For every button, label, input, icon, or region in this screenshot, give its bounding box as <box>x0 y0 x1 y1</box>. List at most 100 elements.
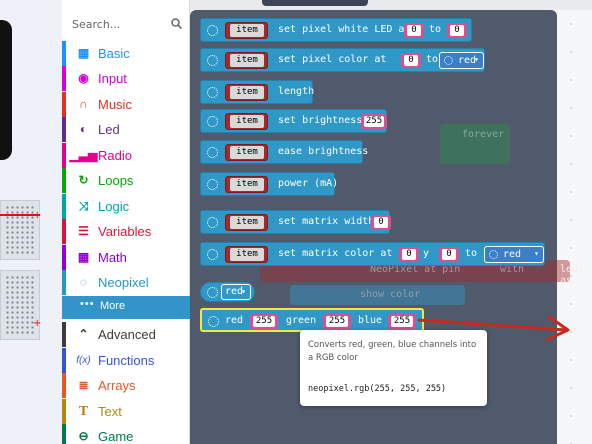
toggle-icon: ◐ <box>79 122 88 136</box>
set-brightness-block[interactable]: item set brightness 255 <box>200 109 387 133</box>
signal-bars-icon: ▁▃▅ <box>69 148 98 162</box>
number-input[interactable]: 0 <box>371 215 391 230</box>
number-input[interactable]: 0 <box>439 247 459 262</box>
target-icon: ◉ <box>78 71 89 85</box>
item-variable[interactable]: item <box>225 176 268 193</box>
number-input[interactable]: 255 <box>250 314 278 329</box>
editor-tab[interactable] <box>262 0 368 6</box>
set-pixel-white-block[interactable]: item set pixel white LED at 0 to 0 <box>200 18 472 42</box>
neopixel-gear-icon <box>207 249 218 260</box>
dropdown-arrow-icon: ▾ <box>534 249 539 258</box>
color-dropdown[interactable]: red ▾ <box>439 52 484 69</box>
number-input[interactable]: 0 <box>401 53 421 68</box>
refresh-icon: ↻ <box>78 173 89 187</box>
category-text[interactable]: T Text <box>62 399 190 424</box>
item-variable[interactable]: item <box>225 214 268 231</box>
set-matrix-width-block[interactable]: item set matrix width 0 <box>200 210 391 234</box>
block-label: ease brightness <box>278 146 369 157</box>
category-functions[interactable]: f(x) Functions <box>62 348 190 373</box>
search-icon[interactable] <box>171 18 182 29</box>
category-separator <box>62 316 190 319</box>
block-label: blue <box>358 315 383 326</box>
block-label: power (mA) <box>278 178 339 189</box>
category-math[interactable]: ▦ Math <box>62 245 190 270</box>
item-variable[interactable]: item <box>225 246 268 263</box>
workspace-canvas[interactable] <box>557 10 592 444</box>
breadboard-top <box>0 200 40 260</box>
category-label: Advanced <box>98 327 156 342</box>
dropdown-arrow-icon: ▾ <box>241 287 246 296</box>
neopixel-gear-icon <box>207 217 218 228</box>
category-basic[interactable]: ▦ Basic <box>62 41 190 66</box>
ease-brightness-block[interactable]: item ease brightness <box>200 140 368 164</box>
power-block[interactable]: item power (mA) <box>200 172 339 196</box>
list-icon: ☰ <box>78 224 89 238</box>
block-label: y <box>423 248 430 259</box>
category-led[interactable]: ◐ Led <box>62 117 190 142</box>
tooltip-description: Converts red, green, blue channels into … <box>308 340 477 363</box>
category-arrays[interactable]: ≣ Arrays <box>62 373 190 398</box>
category-label: Led <box>98 122 120 137</box>
category-advanced[interactable]: ⌃ Advanced <box>62 322 190 347</box>
neopixel-gear-icon <box>207 147 218 158</box>
block-label: set matrix color at x <box>278 248 405 259</box>
headphones-icon: ∩ <box>79 97 88 111</box>
number-input[interactable]: 0 <box>404 23 424 38</box>
set-matrix-color-block[interactable]: item set matrix color at x 0 y 0 to red ▾ <box>200 242 545 266</box>
number-input[interactable]: 0 <box>447 23 467 38</box>
microbit-device[interactable] <box>0 20 12 160</box>
red-green-blue-block[interactable]: red 255 green 255 blue 255 <box>200 308 424 332</box>
color-dropdown[interactable]: red ▾ <box>221 284 251 300</box>
search-input[interactable] <box>72 15 168 33</box>
category-music[interactable]: ∩ Music <box>62 92 190 117</box>
item-variable[interactable]: item <box>225 113 268 130</box>
category-label: Neopixel <box>98 275 149 290</box>
neopixel-gear-icon <box>208 316 219 327</box>
category-label: Basic <box>98 46 130 61</box>
category-variables[interactable]: ☰ Variables <box>62 219 190 244</box>
block-label: to <box>429 24 442 35</box>
plus-icon: + <box>33 210 42 221</box>
category-loops[interactable]: ↻ Loops <box>62 168 190 193</box>
number-input[interactable]: 255 <box>361 114 387 129</box>
neopixel-gear-icon <box>207 179 218 190</box>
item-variable[interactable]: item <box>225 84 268 101</box>
text-icon: T <box>79 404 88 418</box>
category-label: Arrays <box>98 378 136 393</box>
neopixel-gear-icon <box>207 87 218 98</box>
forever-block-ghost: forever <box>440 124 510 164</box>
number-input[interactable]: 0 <box>399 247 419 262</box>
category-neopixel[interactable]: ◌ Neopixel <box>62 270 190 295</box>
block-label: length <box>278 86 315 97</box>
set-pixel-color-block[interactable]: item set pixel color at 0 to red ▾ <box>200 48 485 72</box>
item-variable[interactable]: item <box>225 22 268 39</box>
array-list-icon: ≣ <box>78 378 89 392</box>
dotted-circle-icon: ◌ <box>79 275 88 289</box>
category-radio[interactable]: ▁▃▅ Radio <box>62 143 190 168</box>
editor-top-bar <box>190 0 592 10</box>
number-input[interactable]: 255 <box>323 314 351 329</box>
neopixel-gear-icon <box>207 116 218 127</box>
category-game[interactable]: ⊖ Game <box>62 424 190 444</box>
item-variable[interactable]: item <box>225 52 268 69</box>
category-label: Music <box>98 97 132 112</box>
ellipsis-icon: ••• <box>80 298 95 310</box>
neopixel-more-button[interactable]: ••• More <box>62 296 190 316</box>
breadboard-bottom <box>0 270 40 340</box>
category-label: Text <box>98 404 122 419</box>
chevron-up-icon: ⌃ <box>78 327 89 341</box>
block-label: to <box>426 54 439 65</box>
category-label: Math <box>98 250 127 265</box>
item-variable[interactable]: item <box>225 144 268 161</box>
category-input[interactable]: ◉ Input <box>62 66 190 91</box>
category-logic[interactable]: ⤨ Logic <box>62 194 190 219</box>
block-label: set matrix width <box>278 216 375 227</box>
function-icon: f(x) <box>76 355 91 366</box>
dropdown-arrow-icon: ▾ <box>474 55 479 64</box>
toolbox: ▦ Basic ◉ Input ∩ Music ◐ Led ▁▃▅Radio ↻ Loop… <box>62 0 190 444</box>
number-input[interactable]: 255 <box>388 314 416 329</box>
length-block[interactable]: item length <box>200 80 315 104</box>
color-dropdown[interactable]: red ▾ <box>484 246 544 263</box>
color-red-block[interactable]: red ▾ <box>200 282 255 302</box>
tooltip-signature: neopixel.rgb(255, 255, 255) <box>308 384 447 394</box>
